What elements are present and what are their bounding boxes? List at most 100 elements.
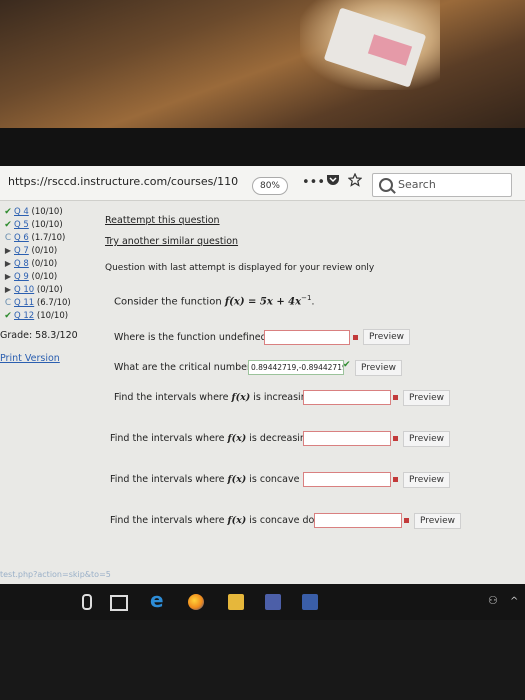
concave-up-answer-input[interactable]	[303, 472, 391, 487]
partial-icon: C	[4, 233, 12, 243]
sidebar-item-q11[interactable]: CQ 11 (6.7/10)	[2, 298, 71, 310]
question-score: (0/10)	[31, 246, 58, 256]
play-icon: ▶	[4, 285, 12, 294]
q3-label: Find the intervals where f(x) is increas…	[114, 392, 313, 403]
function-expression: f(x) = 5x + 4x	[224, 296, 302, 308]
critical-numbers-input[interactable]: 0.89442719,-0.89442719	[248, 360, 344, 375]
task-view-icon[interactable]	[110, 595, 128, 611]
mail-icon[interactable]	[302, 594, 318, 610]
store-icon[interactable]	[265, 594, 281, 610]
q6-label: Find the intervals where f(x) is concave…	[110, 515, 328, 526]
correct-icon: ✔	[343, 360, 351, 370]
taskbar: e ⚇ ^	[0, 584, 525, 620]
more-icon[interactable]: •••	[302, 175, 325, 190]
play-icon: ▶	[4, 272, 12, 281]
q2-label: What are the critical numbers?	[114, 362, 261, 373]
chevron-up-icon[interactable]: ^	[510, 596, 525, 612]
question-link[interactable]: Q 7	[14, 246, 29, 256]
q4-label: Find the intervals where f(x) is decreas…	[110, 433, 312, 444]
q1-label: Where is the function undefined?	[114, 332, 272, 343]
q5-fx: f(x)	[227, 474, 247, 485]
try-another-link[interactable]: Try another similar question	[105, 236, 238, 247]
q4-fx: f(x)	[227, 433, 247, 444]
play-icon: ▶	[4, 259, 12, 268]
decreasing-answer-input[interactable]	[303, 431, 391, 446]
q5-prefix: Find the intervals where	[110, 474, 228, 485]
sidebar-item-q6[interactable]: CQ 6 (1.7/10)	[2, 233, 66, 245]
incorrect-icon	[404, 518, 409, 523]
q3-fx: f(x)	[231, 392, 251, 403]
grade-total: Grade: 58.3/120	[0, 330, 78, 341]
preview-button-4[interactable]: Preview	[403, 431, 451, 447]
question-link[interactable]: Q 4	[14, 207, 29, 217]
question-link[interactable]: Q 11	[14, 298, 34, 308]
question-link[interactable]: Q 6	[14, 233, 29, 243]
pocket-icon[interactable]	[326, 173, 340, 191]
sidebar-item-q9[interactable]: ▶ Q 9 (0/10)	[2, 272, 57, 284]
q3-prefix: Find the intervals where	[114, 392, 232, 403]
people-icon[interactable]: ⚇	[488, 594, 504, 610]
browser-screen: https://rsccd.instructure.com/courses/11…	[0, 166, 525, 584]
search-icon	[379, 178, 393, 192]
question-score: (0/10)	[31, 272, 58, 282]
incorrect-icon	[393, 436, 398, 441]
sidebar-item-q4[interactable]: ✔ Q 4 (10/10)	[2, 207, 63, 219]
question-score: (1.7/10)	[31, 233, 66, 243]
q6-fx: f(x)	[227, 515, 247, 526]
preview-button-3[interactable]: Preview	[403, 390, 451, 406]
question-link[interactable]: Q 10	[14, 285, 34, 295]
edge-browser-icon[interactable]: e	[150, 588, 166, 612]
question-score: (10/10)	[31, 207, 63, 217]
url-text[interactable]: https://rsccd.instructure.com/courses/11…	[8, 175, 238, 188]
q6-prefix: Find the intervals where	[110, 515, 228, 526]
question-score: (6.7/10)	[36, 298, 71, 308]
reattempt-link[interactable]: Reattempt this question	[105, 215, 220, 226]
incorrect-icon	[353, 335, 358, 340]
question-score: (0/10)	[31, 259, 58, 269]
question-link[interactable]: Q 5	[14, 220, 29, 230]
file-explorer-icon[interactable]	[228, 594, 244, 610]
undefined-answer-input[interactable]	[264, 330, 350, 345]
sidebar-item-q7[interactable]: ▶ Q 7 (0/10)	[2, 246, 57, 258]
preview-button-6[interactable]: Preview	[414, 513, 462, 529]
function-exponent: −1	[301, 294, 312, 302]
question-link[interactable]: Q 8	[14, 259, 29, 269]
partial-icon: C	[4, 298, 12, 308]
sidebar-item-q8[interactable]: ▶ Q 8 (0/10)	[2, 259, 57, 271]
search-input[interactable]: Search	[372, 173, 512, 197]
checkmark-icon: ✔	[4, 311, 12, 321]
sidebar-item-q10[interactable]: ▶ Q 10 (0/10)	[2, 285, 63, 297]
print-version-link[interactable]: Print Version	[0, 353, 60, 364]
preview-button-1[interactable]: Preview	[363, 329, 411, 345]
monitor-bezel	[0, 128, 525, 166]
question-prompt: Consider the function f(x) = 5x + 4x−1.	[114, 294, 315, 308]
checkmark-icon: ✔	[4, 220, 12, 230]
sidebar-item-q5[interactable]: ✔ Q 5 (10/10)	[2, 220, 63, 232]
bookmark-star-icon[interactable]	[347, 172, 363, 191]
question-score: (10/10)	[36, 311, 69, 321]
q5-label: Find the intervals where f(x) is concave…	[110, 474, 315, 485]
sidebar-item-q12[interactable]: ✔ Q 12 (10/10)	[2, 311, 68, 323]
firefox-icon[interactable]	[188, 594, 204, 610]
search-placeholder: Search	[398, 178, 436, 191]
q4-prefix: Find the intervals where	[110, 433, 228, 444]
microphone-icon[interactable]	[82, 594, 92, 610]
question-link[interactable]: Q 12	[14, 311, 34, 321]
monitor-bottom-bezel	[0, 620, 525, 700]
preview-button-5[interactable]: Preview	[403, 472, 451, 488]
question-score: (0/10)	[36, 285, 63, 295]
play-icon: ▶	[4, 246, 12, 255]
zoom-level[interactable]: 80%	[252, 177, 288, 195]
status-bar-url: test.php?action=skip&to=5	[0, 570, 111, 579]
question-link[interactable]: Q 9	[14, 272, 29, 282]
prompt-text: Consider the function	[114, 296, 225, 308]
preview-button-2[interactable]: Preview	[355, 360, 403, 376]
question-score: (10/10)	[31, 220, 63, 230]
concave-down-answer-input[interactable]	[314, 513, 402, 528]
address-bar[interactable]: https://rsccd.instructure.com/courses/11…	[0, 166, 525, 201]
checkmark-icon: ✔	[4, 207, 12, 217]
increasing-answer-input[interactable]	[303, 390, 391, 405]
review-note: Question with last attempt is displayed …	[105, 263, 375, 273]
url-main: https://rsccd.instructure.com/courses/11…	[8, 175, 239, 188]
background-photo	[0, 0, 525, 140]
